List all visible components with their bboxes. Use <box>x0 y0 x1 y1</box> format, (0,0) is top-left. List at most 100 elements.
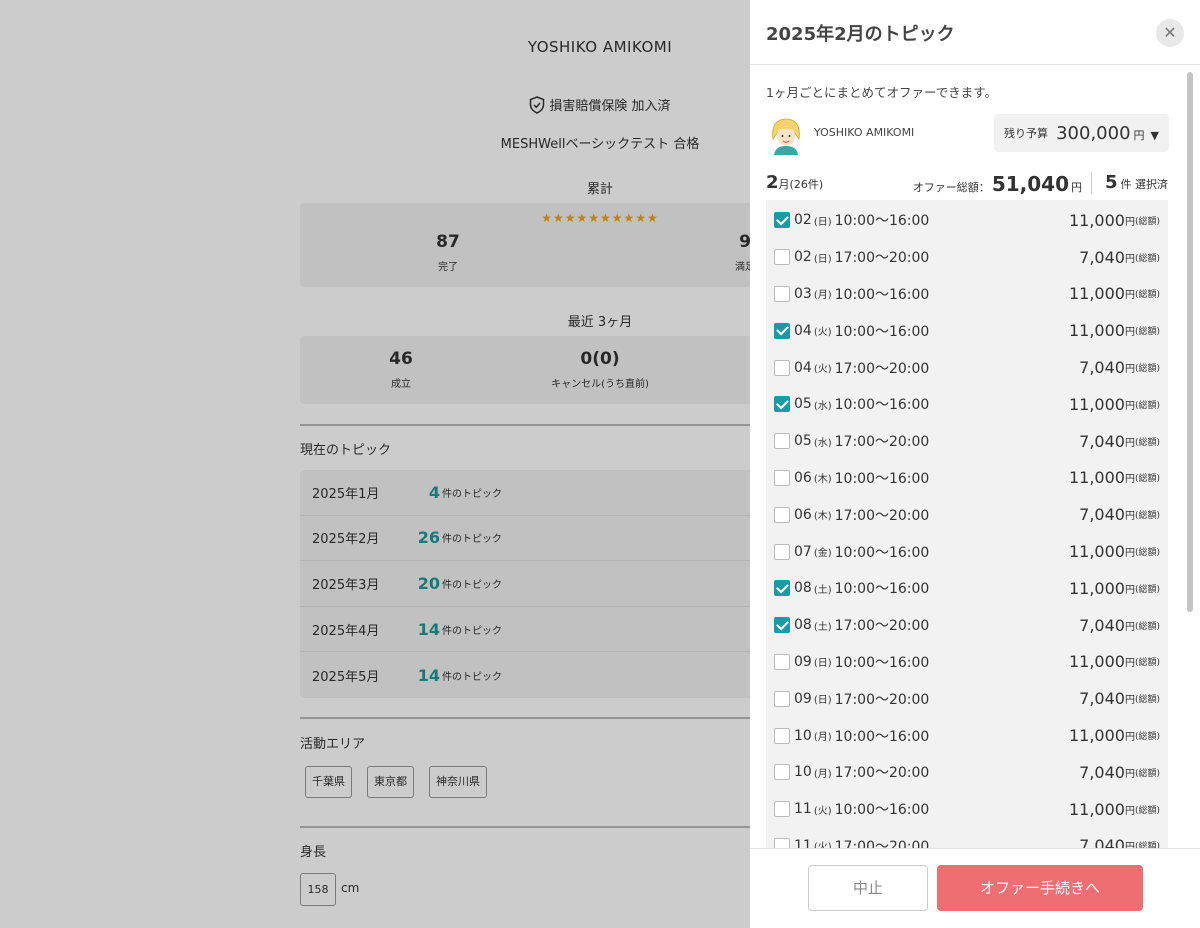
slot-checkbox[interactable] <box>774 727 790 744</box>
slot-checkbox[interactable] <box>774 801 790 818</box>
slot-row[interactable]: 02 (日) 10:00～16:00 11,000 円 (総額) <box>766 202 1168 239</box>
slot-yen: 円 <box>1124 400 1135 412</box>
slot-day: 10 <box>794 727 812 744</box>
summary-selected: 5件 選択済 <box>1105 172 1168 193</box>
slot-row[interactable]: 05 (水) 17:00～20:00 7,040 円 (総額) <box>766 423 1168 460</box>
slot-yen: 円 <box>1124 327 1135 339</box>
slot-price: 11,000 <box>1068 468 1125 488</box>
avatar <box>772 118 800 155</box>
slot-row[interactable]: 09 (日) 17:00～20:00 7,040 円 (総額) <box>766 680 1168 717</box>
slot-weekday: (木) <box>813 474 832 486</box>
slot-checkbox[interactable] <box>774 249 790 266</box>
slot-total-label: (総額) <box>1134 253 1160 264</box>
budget-dropdown[interactable]: 残り予算 300,000 円 ▼ <box>994 114 1169 152</box>
slot-checkbox[interactable] <box>774 212 790 229</box>
slot-yen: 円 <box>1124 621 1135 633</box>
slot-row[interactable]: 06 (木) 17:00～20:00 7,040 円 (総額) <box>766 496 1168 533</box>
slot-day: 06 <box>794 506 812 523</box>
slot-day: 10 <box>794 764 812 781</box>
slot-total-label: (総額) <box>1134 842 1160 848</box>
slot-row[interactable]: 02 (日) 17:00～20:00 7,040 円 (総額) <box>766 239 1168 276</box>
slot-yen: 円 <box>1124 805 1135 817</box>
scrollbar-thumb[interactable] <box>1187 72 1193 612</box>
slot-price: 7,040 <box>1079 505 1125 525</box>
slot-row[interactable]: 05 (水) 10:00～16:00 11,000 円 (総額) <box>766 386 1168 423</box>
slot-total-label: (総額) <box>1134 327 1160 338</box>
slot-time: 10:00～16:00 <box>834 581 930 598</box>
summary-total-yen: 円 <box>1071 181 1082 194</box>
slot-checkbox[interactable] <box>774 543 790 560</box>
slot-total-label: (総額) <box>1134 732 1160 743</box>
slot-weekday: (日) <box>813 658 832 670</box>
slot-row[interactable]: 07 (金) 10:00～16:00 11,000 円 (総額) <box>766 533 1168 570</box>
summary-divider <box>1091 172 1092 194</box>
slot-row[interactable]: 10 (月) 10:00～16:00 11,000 円 (総額) <box>766 717 1168 754</box>
slot-checkbox[interactable] <box>774 285 790 302</box>
slot-checkbox[interactable] <box>774 469 790 486</box>
slot-total-label: (総額) <box>1134 621 1160 632</box>
slot-row[interactable]: 04 (火) 17:00～20:00 7,040 円 (総額) <box>766 349 1168 386</box>
topic-offer-panel: 2025年2月のトピック ✕ 1ヶ月ごとにまとめてオファーできます。 YOSHI… <box>750 0 1200 928</box>
cancel-button[interactable]: 中止 <box>808 865 928 911</box>
slot-weekday: (月) <box>813 768 832 780</box>
slot-weekday: (土) <box>813 621 832 633</box>
slot-day: 11 <box>794 837 812 848</box>
slot-price: 11,000 <box>1068 799 1125 819</box>
slot-time: 17:00～20:00 <box>834 250 930 267</box>
slot-weekday: (月) <box>813 732 832 744</box>
slot-checkbox[interactable] <box>774 653 790 670</box>
slot-weekday: (日) <box>813 253 832 265</box>
slot-day: 11 <box>794 801 812 818</box>
slot-row[interactable]: 04 (火) 10:00～16:00 11,000 円 (総額) <box>766 312 1168 349</box>
slot-checkbox[interactable] <box>774 506 790 523</box>
slot-checkbox[interactable] <box>774 580 790 597</box>
slot-day: 09 <box>794 653 812 670</box>
slot-weekday: (土) <box>813 584 832 596</box>
slot-checkbox[interactable] <box>774 322 790 339</box>
slot-weekday: (水) <box>813 437 832 449</box>
slot-price: 11,000 <box>1068 210 1125 230</box>
slot-weekday: (水) <box>813 400 832 412</box>
slot-checkbox[interactable] <box>774 617 790 634</box>
close-button[interactable]: ✕ <box>1156 19 1184 47</box>
slot-time: 10:00～16:00 <box>834 213 930 230</box>
summary-month: 2月(26件) <box>766 172 823 193</box>
slot-yen: 円 <box>1124 216 1135 228</box>
slot-weekday: (火) <box>813 327 832 339</box>
slot-checkbox[interactable] <box>774 764 790 781</box>
slot-time: 17:00～20:00 <box>834 765 930 782</box>
offer-procedure-button[interactable]: オファー手続きへ <box>937 865 1143 911</box>
slot-row[interactable]: 03 (月) 10:00～16:00 11,000 円 (総額) <box>766 276 1168 313</box>
slot-total-label: (総額) <box>1134 768 1160 779</box>
slot-row[interactable]: 08 (土) 10:00～16:00 11,000 円 (総額) <box>766 570 1168 607</box>
slot-weekday: (金) <box>813 548 832 560</box>
slot-day: 04 <box>794 359 812 376</box>
slot-day: 05 <box>794 433 812 450</box>
slot-yen: 円 <box>1124 658 1135 670</box>
slot-yen: 円 <box>1124 584 1135 596</box>
slot-row[interactable]: 08 (土) 17:00～20:00 7,040 円 (総額) <box>766 607 1168 644</box>
panel-footer: 中止 オファー手続きへ <box>750 848 1200 928</box>
slot-total-label: (総額) <box>1134 364 1160 375</box>
panel-header: 2025年2月のトピック ✕ <box>750 0 1200 65</box>
slot-row[interactable]: 11 (火) 10:00～16:00 11,000 円 (総額) <box>766 791 1168 828</box>
slot-row[interactable]: 10 (月) 17:00～20:00 7,040 円 (総額) <box>766 754 1168 791</box>
slot-time: 17:00～20:00 <box>834 434 930 451</box>
slot-time: 10:00～16:00 <box>834 286 930 303</box>
slot-time: 10:00～16:00 <box>834 728 930 745</box>
slot-time: 10:00～16:00 <box>834 654 930 671</box>
slot-row[interactable]: 09 (日) 10:00～16:00 11,000 円 (総額) <box>766 644 1168 681</box>
slot-row[interactable]: 11 (火) 17:00～20:00 7,040 円 (総額) <box>766 828 1168 848</box>
slot-checkbox[interactable] <box>774 433 790 450</box>
slot-yen: 円 <box>1124 511 1135 523</box>
slot-checkbox[interactable] <box>774 690 790 707</box>
panel-title: 2025年2月のトピック <box>766 24 955 45</box>
slot-weekday: (日) <box>813 216 832 228</box>
slot-checkbox[interactable] <box>774 837 790 848</box>
slot-day: 02 <box>794 212 812 229</box>
summary-total-label: オファー総額： <box>912 181 990 194</box>
slot-row[interactable]: 06 (木) 10:00～16:00 11,000 円 (総額) <box>766 460 1168 497</box>
slot-checkbox[interactable] <box>774 359 790 376</box>
slot-time: 10:00～16:00 <box>834 323 930 340</box>
slot-checkbox[interactable] <box>774 396 790 413</box>
